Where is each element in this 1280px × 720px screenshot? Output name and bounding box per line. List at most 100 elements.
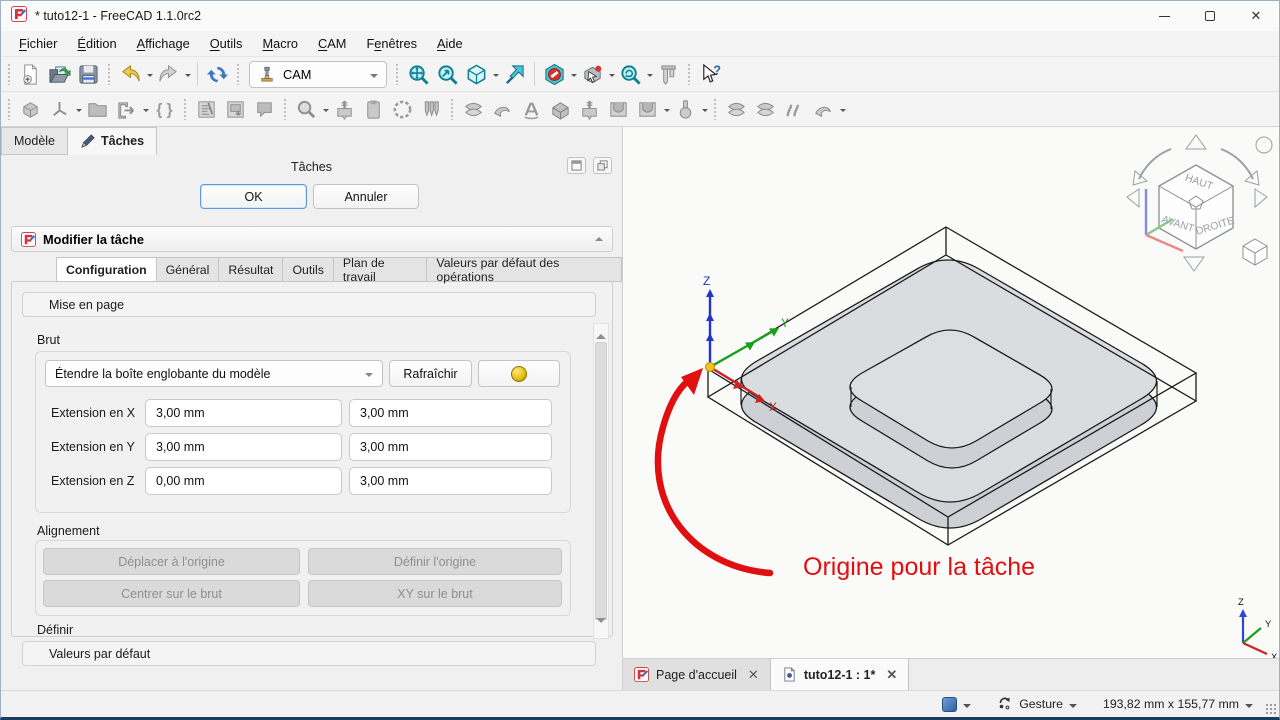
selection-filter-dropdown-icon[interactable] (607, 60, 616, 88)
close-button[interactable]: ✕ (1233, 1, 1279, 31)
task-tab-1[interactable]: Général (157, 257, 220, 282)
stock-mode-combobox[interactable]: Étendre la boîte englobante du modèle (45, 360, 383, 387)
zoom-to-selection-icon[interactable] (433, 60, 462, 88)
undo-icon[interactable] (116, 60, 145, 88)
op-surface-icon[interactable] (575, 95, 604, 123)
extension-y-input-2[interactable]: 3,00 mm (349, 433, 552, 461)
toolbar-grip[interactable] (7, 98, 12, 120)
navigation-cube[interactable]: HAUT AVANT DROITE (1127, 135, 1272, 271)
op-drills-icon[interactable] (417, 95, 446, 123)
menu-item-3[interactable]: Outils (200, 33, 253, 54)
set-view-icon[interactable] (500, 60, 529, 88)
toolbar-grip[interactable] (687, 63, 692, 85)
refresh-stock-button[interactable]: Rafraîchir (389, 360, 472, 387)
op-deburr-icon[interactable] (488, 95, 517, 123)
stop-operation-icon[interactable] (540, 60, 569, 88)
background-dropdown-icon[interactable] (963, 704, 971, 712)
gesture-icon[interactable] (997, 695, 1013, 714)
panel-dock-button[interactable] (567, 157, 586, 174)
task-tab-4[interactable]: Plan de travail (334, 257, 428, 282)
op-simulate-icon[interactable] (330, 95, 359, 123)
redo-icon[interactable] (154, 60, 183, 88)
draw-style-dropdown-icon[interactable] (645, 60, 654, 88)
ok-button[interactable]: OK (200, 184, 307, 209)
undo-dropdown-icon[interactable] (145, 60, 154, 88)
task-scrollbar[interactable] (593, 323, 609, 639)
mise-en-page-header[interactable]: Mise en page (22, 292, 596, 317)
task-section-header[interactable]: Modifier la tâche (11, 226, 613, 252)
close-tab-icon[interactable]: ✕ (882, 667, 897, 683)
nav-style-dropdown-icon[interactable] (1069, 704, 1077, 712)
op-comment-icon[interactable] (250, 95, 279, 123)
toolbar-grip[interactable] (183, 98, 188, 120)
background-color-icon[interactable] (942, 697, 957, 712)
op-engrave-icon[interactable] (517, 95, 546, 123)
op-adaptive-icon[interactable] (459, 95, 488, 123)
maximize-button[interactable] (1187, 1, 1233, 31)
op-ball-icon[interactable] (671, 95, 700, 123)
doc-tab-0[interactable]: Page d'accueil✕ (623, 659, 771, 690)
save-document-icon[interactable] (74, 60, 103, 88)
op-dogbone-icon[interactable] (780, 95, 809, 123)
menu-item-7[interactable]: Aide (427, 33, 473, 54)
center-on-stock-button[interactable]: Centrer sur le brut (43, 580, 300, 607)
new-document-icon[interactable] (16, 60, 45, 88)
op-vcarve-icon[interactable] (546, 95, 575, 123)
toolbar-grip[interactable] (236, 63, 241, 85)
op-waterline-icon[interactable] (604, 95, 633, 123)
cam-export-dropdown-icon[interactable] (141, 95, 150, 123)
menu-item-5[interactable]: CAM (308, 33, 356, 54)
resize-grip[interactable] (1265, 703, 1277, 715)
minimize-button[interactable] (1141, 1, 1187, 31)
whats-this-icon[interactable]: ? (696, 60, 725, 88)
task-tab-5[interactable]: Valeurs par défaut des opérations (427, 257, 622, 282)
selection-filter-icon[interactable] (578, 60, 607, 88)
task-tab-3[interactable]: Outils (283, 257, 333, 282)
toolbar-grip[interactable] (395, 63, 400, 85)
doc-tab-1[interactable]: tuto12-1 : 1*✕ (771, 659, 909, 690)
close-tab-icon[interactable]: ✕ (744, 667, 759, 683)
collapse-arrow-icon[interactable] (595, 233, 603, 241)
scroll-down-icon[interactable] (596, 618, 606, 628)
op-profile-icon[interactable] (192, 95, 221, 123)
combo-view-tab-modele[interactable]: Modèle (1, 127, 68, 155)
op-array-icon[interactable] (722, 95, 751, 123)
defaults-section-header[interactable]: Valeurs par défaut (22, 641, 596, 666)
3d-viewport[interactable]: Z Y X (623, 127, 1279, 690)
op-pocket-3d-dropdown-icon[interactable] (662, 95, 671, 123)
toolbar-grip[interactable] (283, 98, 288, 120)
toolbar-grip[interactable] (713, 98, 718, 120)
panel-float-button[interactable] (593, 157, 612, 174)
move-to-origin-button[interactable]: Déplacer à l'origine (43, 548, 300, 575)
combo-view-tab-taches[interactable]: Tâches (68, 127, 157, 155)
workbench-selector[interactable]: CAM (249, 61, 387, 88)
extension-z-input-2[interactable]: 3,00 mm (349, 467, 552, 495)
extension-x-input-1[interactable]: 3,00 mm (145, 399, 342, 427)
op-inspect-icon[interactable] (292, 95, 321, 123)
set-origin-button[interactable]: Définir l'origine (308, 548, 562, 575)
menu-item-6[interactable]: Fenêtres (356, 33, 427, 54)
fit-all-icon[interactable] (404, 60, 433, 88)
task-tab-2[interactable]: Résultat (219, 257, 283, 282)
dimensions-dropdown-icon[interactable] (1245, 704, 1253, 712)
task-tab-0[interactable]: Configuration (56, 257, 157, 282)
op-copy-icon[interactable] (751, 95, 780, 123)
op-drill-circle-icon[interactable] (388, 95, 417, 123)
op-dressup-dropdown-icon[interactable] (838, 95, 847, 123)
cam-macro-icon[interactable]: { } (150, 95, 179, 123)
cam-job-icon[interactable] (16, 95, 45, 123)
cam-axis-icon[interactable] (45, 95, 74, 123)
menu-item-2[interactable]: Affichage (127, 33, 200, 54)
op-inspect-dropdown-icon[interactable] (321, 95, 330, 123)
op-clipboard-icon[interactable] (359, 95, 388, 123)
cam-axis-dropdown-icon[interactable] (74, 95, 83, 123)
scroll-up-icon[interactable] (596, 329, 606, 339)
op-ball-dropdown-icon[interactable] (700, 95, 709, 123)
xy-on-stock-button[interactable]: XY sur le brut (308, 580, 562, 607)
toolbar-grip[interactable] (107, 63, 112, 85)
stock-color-button[interactable] (478, 360, 560, 387)
open-document-icon[interactable] (45, 60, 74, 88)
scrollbar-thumb[interactable] (595, 342, 607, 620)
menu-item-1[interactable]: Édition (67, 33, 126, 54)
op-pocket-icon[interactable] (221, 95, 250, 123)
